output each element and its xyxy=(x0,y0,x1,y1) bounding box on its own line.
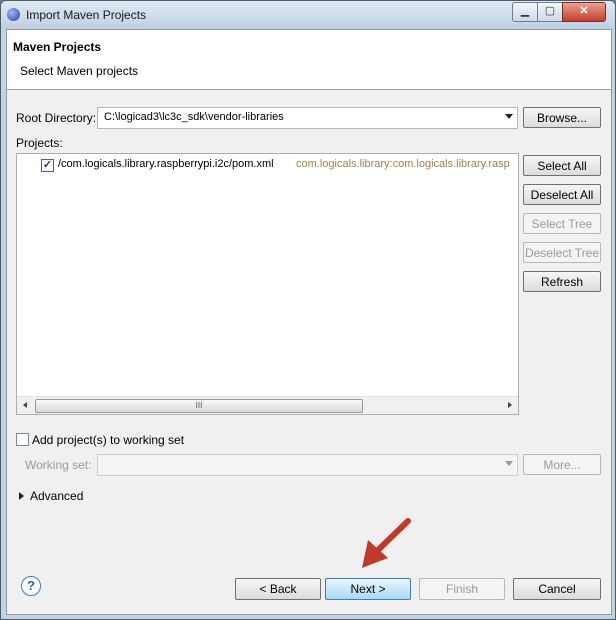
title-bar[interactable]: Import Maven Projects ▁ ▢ ✕ xyxy=(1,1,615,29)
deselect-all-button[interactable]: Deselect All xyxy=(523,184,601,205)
eclipse-app-icon xyxy=(7,8,20,21)
more-button[interactable]: More... xyxy=(523,454,601,475)
close-button[interactable]: ✕ xyxy=(562,2,606,22)
advanced-section-label[interactable]: Advanced xyxy=(30,489,83,503)
project-pom-path: /com.logicals.library.raspberrypi.i2c/po… xyxy=(58,158,274,170)
page-title: Maven Projects xyxy=(13,40,102,54)
horizontal-scrollbar[interactable]: III xyxy=(17,396,518,414)
chevron-down-icon[interactable] xyxy=(505,461,513,466)
projects-label: Projects: xyxy=(16,136,63,150)
working-set-combo[interactable] xyxy=(97,454,518,476)
scroll-left-arrow-icon[interactable] xyxy=(23,402,27,408)
root-directory-combo[interactable]: C:\logicad3\lc3c_sdk\vendor-libraries xyxy=(97,107,518,129)
chevron-down-icon[interactable] xyxy=(505,114,513,119)
root-directory-label: Root Directory: xyxy=(16,111,97,125)
browse-button[interactable]: Browse... xyxy=(523,107,601,128)
back-button[interactable]: < Back xyxy=(235,578,321,600)
minimize-button[interactable]: ▁ xyxy=(512,2,538,22)
page-description: Select Maven projects xyxy=(20,64,139,78)
annotation-arrow-icon xyxy=(362,518,411,568)
scroll-thumb[interactable]: III xyxy=(35,399,363,413)
project-checkbox[interactable]: ✓ xyxy=(41,159,54,172)
expand-triangle-icon[interactable] xyxy=(19,492,24,500)
add-to-working-set-label[interactable]: Add project(s) to working set xyxy=(32,433,184,447)
refresh-button[interactable]: Refresh xyxy=(523,271,601,292)
wizard-header: Maven Projects Select Maven projects xyxy=(7,30,611,90)
dialog-body: Maven Projects Select Maven projects Roo… xyxy=(6,29,612,615)
help-icon[interactable]: ? xyxy=(21,576,41,596)
finish-button[interactable]: Finish xyxy=(419,578,505,600)
project-artifact-id: com.logicals.library:com.logicals.librar… xyxy=(296,158,510,170)
next-button[interactable]: Next > xyxy=(325,578,411,600)
working-set-label: Working set: xyxy=(25,458,92,472)
projects-tree[interactable]: ✓ /com.logicals.library.raspberrypi.i2c/… xyxy=(16,153,519,415)
cancel-button[interactable]: Cancel xyxy=(513,578,601,600)
root-directory-value: C:\logicad3\lc3c_sdk\vendor-libraries xyxy=(104,111,284,123)
select-tree-button[interactable]: Select Tree xyxy=(523,213,601,234)
select-all-button[interactable]: Select All xyxy=(523,155,601,176)
deselect-tree-button[interactable]: Deselect Tree xyxy=(523,242,601,263)
window-title: Import Maven Projects xyxy=(26,8,147,22)
add-to-working-set-checkbox[interactable] xyxy=(16,433,29,446)
import-maven-projects-window: Import Maven Projects ▁ ▢ ✕ Maven Projec… xyxy=(0,0,616,620)
scroll-right-arrow-icon[interactable] xyxy=(508,402,512,408)
maximize-button[interactable]: ▢ xyxy=(537,2,563,22)
